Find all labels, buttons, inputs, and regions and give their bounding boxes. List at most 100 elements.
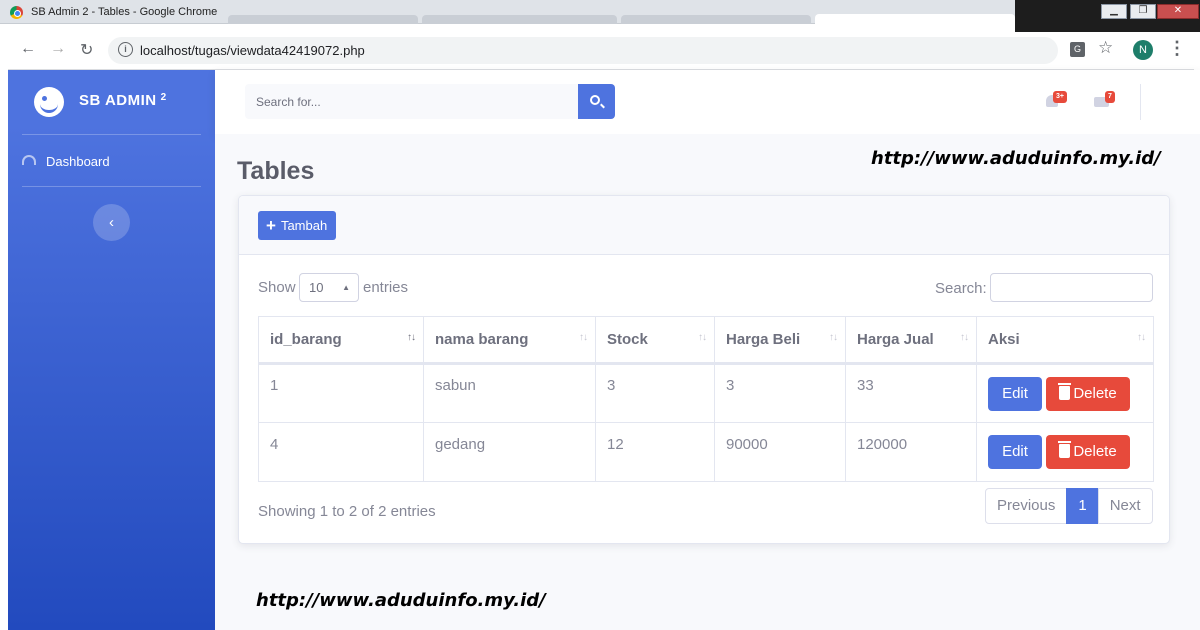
trash-icon	[1058, 382, 1072, 400]
url-text[interactable]: localhost/tugas/viewdata42419072.php	[140, 43, 365, 58]
reload-icon[interactable]: ↻	[80, 40, 93, 60]
sort-icon: ↑↓	[407, 332, 416, 343]
cell-aksi: Edit Delete	[976, 363, 1154, 423]
column-header-label: id_barang	[270, 331, 342, 348]
cell-nama-barang: sabun	[423, 363, 596, 423]
column-header-stock[interactable]: Stock ↑↓	[595, 316, 715, 365]
maximize-button[interactable]: ❐	[1130, 4, 1156, 19]
entries-select-value: 10	[309, 280, 324, 295]
sidebar-brand[interactable]: SB ADMIN 2	[8, 70, 215, 134]
table-search-input[interactable]	[990, 273, 1153, 302]
browser-tab-active[interactable]	[815, 14, 1015, 24]
back-arrow-icon[interactable]: ←	[20, 40, 36, 58]
sort-icon: ↑↓	[829, 332, 838, 343]
table-card: + Tambah Show 10 ▲ entries Search: id_bar…	[238, 195, 1170, 544]
search-icon	[590, 95, 600, 105]
delete-button[interactable]: Delete	[1046, 435, 1130, 469]
delete-button-label: Delete	[1073, 384, 1117, 402]
window-title: SB Admin 2 - Tables - Google Chrome	[31, 6, 218, 18]
data-table: id_barang ↑↓ nama barang ↑↓ Stock ↑↓ Harga …	[258, 316, 1154, 482]
close-window-button[interactable]: ✕	[1157, 4, 1199, 19]
bookmark-star-icon[interactable]: ☆	[1098, 38, 1113, 58]
tachometer-icon	[22, 155, 36, 165]
watermark-text: http://www.aduduinfo.my.id/	[256, 590, 546, 611]
delete-button[interactable]: Delete	[1046, 376, 1130, 411]
brand-version: 2	[160, 92, 167, 103]
site-info-icon[interactable]: i	[118, 42, 133, 57]
window-titlebar: SB Admin 2 - Tables - Google Chrome ▁ ❐ …	[0, 0, 1200, 32]
table-header-row: id_barang ↑↓ nama barang ↑↓ Stock ↑↓ Harga …	[258, 316, 1154, 365]
brand-title: SB ADMIN 2	[79, 92, 167, 109]
topbar-divider	[1140, 84, 1141, 120]
card-header: + Tambah	[239, 196, 1169, 255]
sort-icon: ↑↓	[698, 332, 707, 343]
column-header-nama-barang[interactable]: nama barang ↑↓	[423, 316, 596, 365]
column-header-harga-jual[interactable]: Harga Jual ↑↓	[845, 316, 977, 365]
cell-nama-barang: gedang	[423, 422, 596, 482]
column-header-label: Aksi	[988, 331, 1020, 348]
cell-aksi: Edit Delete	[976, 422, 1154, 482]
pagination-page-1[interactable]: 1	[1066, 488, 1099, 524]
browser-tab[interactable]	[228, 15, 418, 24]
topbar-search	[245, 84, 578, 119]
cell-stock: 3	[595, 363, 715, 423]
edit-button[interactable]: Edit	[988, 435, 1042, 469]
search-button[interactable]	[578, 84, 615, 119]
main-content: Tables http://www.aduduinfo.my.id/ + Tamb…	[215, 134, 1200, 630]
column-header-harga-beli[interactable]: Harga Beli ↑↓	[714, 316, 846, 365]
table-info: Showing 1 to 2 of 2 entries	[258, 503, 436, 520]
sidebar-toggle-button[interactable]: ‹	[93, 204, 130, 241]
select-arrows-icon: ▲	[342, 283, 350, 292]
address-bar[interactable]: i localhost/tugas/viewdata42419072.php	[108, 37, 1058, 64]
delete-button-label: Delete	[1073, 443, 1117, 460]
edit-button[interactable]: Edit	[988, 376, 1042, 411]
sidebar-divider	[22, 186, 201, 187]
sort-icon: ↑↓	[579, 332, 588, 343]
search-input[interactable]	[245, 84, 578, 119]
sidebar: SB ADMIN 2 Dashboard ‹	[8, 70, 215, 630]
column-header-aksi[interactable]: Aksi ↑↓	[976, 316, 1154, 365]
browser-tab[interactable]	[621, 15, 811, 24]
pagination-next[interactable]: Next	[1097, 488, 1153, 524]
translate-icon[interactable]: G	[1070, 42, 1085, 57]
pagination: Previous 1 Next	[985, 488, 1153, 524]
browser-tab[interactable]	[422, 15, 617, 24]
search-label: Search:	[935, 280, 987, 297]
cell-id-barang: 4	[258, 422, 424, 482]
column-header-label: Harga Jual	[857, 331, 934, 348]
column-header-label: Stock	[607, 331, 648, 348]
cell-stock: 12	[595, 422, 715, 482]
add-button-label: Tambah	[280, 218, 328, 233]
browser-toolbar: ← → ↻ i localhost/tugas/viewdata42419072…	[8, 32, 1194, 70]
messages-badge: 7	[1105, 91, 1115, 103]
page-title: Tables	[237, 157, 315, 185]
cell-id-barang: 1	[258, 363, 424, 423]
sidebar-divider	[22, 134, 201, 135]
profile-avatar[interactable]: N	[1133, 40, 1153, 60]
trash-icon	[1058, 441, 1072, 458]
cell-harga-beli: 90000	[714, 422, 846, 482]
forward-arrow-icon[interactable]: →	[50, 40, 66, 58]
sort-icon: ↑↓	[960, 332, 969, 343]
table-row: 4 gedang 12 90000 120000 Edit Delete	[258, 422, 1154, 482]
cell-harga-beli: 3	[714, 363, 846, 423]
browser-menu-icon[interactable]: ⋮	[1168, 38, 1186, 59]
pagination-previous[interactable]: Previous	[985, 488, 1068, 524]
watermark-text: http://www.aduduinfo.my.id/	[871, 148, 1161, 169]
entries-label: entries	[363, 279, 409, 296]
sidebar-item-label: Dashboard	[46, 154, 110, 169]
column-header-label: nama barang	[435, 331, 529, 348]
sort-icon: ↑↓	[1137, 332, 1146, 343]
laugh-wink-icon	[34, 87, 64, 117]
minimize-button[interactable]: ▁	[1101, 4, 1127, 19]
topbar: 3+ 7	[215, 70, 1200, 134]
column-header-label: Harga Beli	[726, 331, 801, 348]
table-row: 1 sabun 3 3 33 Edit Delete	[258, 363, 1154, 423]
chrome-logo-icon	[10, 6, 23, 19]
column-header-id-barang[interactable]: id_barang ↑↓	[258, 316, 424, 365]
entries-select[interactable]: 10 ▲	[299, 273, 359, 302]
alerts-badge: 3+	[1053, 91, 1067, 103]
show-label: Show	[258, 279, 296, 296]
add-button[interactable]: + Tambah	[258, 211, 337, 240]
plus-icon: +	[266, 216, 276, 235]
